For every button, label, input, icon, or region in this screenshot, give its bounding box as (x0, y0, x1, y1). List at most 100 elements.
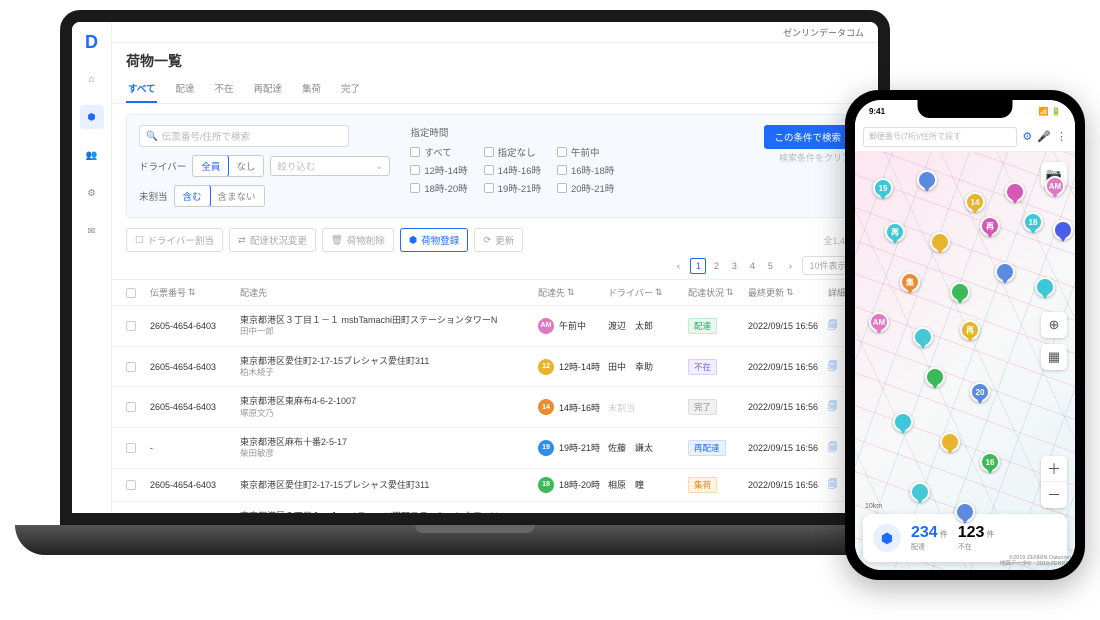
map-pin[interactable] (925, 367, 945, 391)
map-pin[interactable] (995, 262, 1015, 286)
map-pin[interactable] (940, 432, 960, 456)
map-pin[interactable] (910, 482, 930, 506)
pager-prev[interactable]: ‹ (670, 258, 686, 274)
time-option[interactable]: 14時-16時 (484, 163, 541, 177)
row-checkbox[interactable] (126, 402, 136, 412)
slip-number: - (150, 443, 240, 453)
delete-button[interactable]: 🗑 荷物削除 (322, 228, 394, 252)
status: 集荷 (688, 477, 748, 493)
driver-segment[interactable]: 全員 なし (192, 155, 264, 177)
nav-users-icon[interactable]: 👥 (80, 143, 104, 167)
mic-icon[interactable]: 🎤 (1037, 130, 1051, 143)
company-name[interactable]: ゼンリンデータコム (783, 26, 864, 39)
tab-5[interactable]: 完了 (339, 75, 362, 103)
map-pin[interactable]: 集 (900, 272, 920, 296)
unassigned-segment[interactable]: 含む 含まない (174, 185, 265, 207)
search-button[interactable]: この条件で検索 (764, 125, 851, 149)
pager-page[interactable]: 4 (744, 258, 760, 274)
slip-number: 2605-4654-6403 (150, 402, 240, 412)
sidebar: D ⌂ ⬢ 👥 ⚙ ✉ (72, 22, 112, 513)
map-pin[interactable]: 再 (885, 222, 905, 246)
tab-0[interactable]: すべて (126, 75, 157, 103)
time-option[interactable]: 12時-14時 (410, 163, 467, 177)
tab-4[interactable]: 集荷 (300, 75, 323, 103)
table-row: 2605-4654-6403東京都港区愛住町2-17-15プレシャス愛住町311… (112, 469, 878, 502)
destination: 東京都港区麻布十番2-5-17柴田敏彦 (240, 436, 538, 460)
map-pin[interactable] (930, 232, 950, 256)
search-input[interactable]: 🔍 伝票番号/住所で検索 (139, 125, 349, 147)
zoom-out-button[interactable]: － (1041, 482, 1067, 508)
pager-next[interactable]: › (782, 258, 798, 274)
updated-at: 2022/09/15 16:56 (748, 480, 828, 490)
col-status: 配達状況 ⇅ (688, 286, 748, 299)
pager-page[interactable]: 3 (726, 258, 742, 274)
map-pin[interactable]: AM (1045, 176, 1065, 200)
map-pin[interactable] (893, 412, 913, 436)
tab-3[interactable]: 再配達 (252, 75, 285, 103)
pager-page[interactable]: 5 (762, 258, 778, 274)
map-pin[interactable]: 再 (960, 320, 980, 344)
map-pin[interactable] (1053, 220, 1073, 244)
time-slot: 1414時-16時 (538, 399, 608, 415)
laptop-base (15, 525, 935, 555)
driver-name: 未割当 (608, 401, 688, 414)
clear-filters-link[interactable]: 検索条件をクリア (779, 151, 851, 164)
refresh-button[interactable]: ⟳ 更新 (474, 228, 523, 252)
time-option[interactable]: すべて (410, 145, 467, 159)
register-button[interactable]: ⬢ 荷物登録 (400, 228, 468, 252)
map-pin[interactable] (913, 327, 933, 351)
layers-icon[interactable]: ▦ (1041, 344, 1067, 370)
search-placeholder: 伝票番号/住所で検索 (162, 129, 250, 143)
map-pin[interactable] (950, 282, 970, 306)
time-option[interactable]: 18時-20時 (410, 181, 467, 195)
map-pin[interactable] (917, 170, 937, 194)
col-updated: 最終更新 ⇅ (748, 286, 828, 299)
map-pin[interactable]: 16 (980, 452, 1000, 476)
row-checkbox[interactable] (126, 362, 136, 372)
map-pin[interactable]: 14 (965, 192, 985, 216)
assign-driver-button[interactable]: ☐ ドライバー割当 (126, 228, 223, 252)
row-checkbox[interactable] (126, 321, 136, 331)
time-option[interactable]: 20時-21時 (557, 181, 614, 195)
time-option[interactable]: 午前中 (557, 145, 614, 159)
pager-page[interactable]: 2 (708, 258, 724, 274)
time-option[interactable]: 19時-21時 (484, 181, 541, 195)
map-pin[interactable] (955, 502, 975, 526)
search-icon: 🔍 (146, 131, 158, 142)
slip-number: 2605-4654-6403 (150, 480, 240, 490)
filter-icon[interactable]: ⚙ (1022, 130, 1032, 143)
change-status-button[interactable]: ⇄ 配達状況変更 (229, 228, 316, 252)
map-pin[interactable]: 19 (873, 178, 893, 202)
slip-number: 2605-4654-6403 (150, 321, 240, 331)
table-row: -東京都港区麻布十番2-5-17柴田敏彦1919時-21時佐藤 謙太再配達202… (112, 428, 878, 469)
col-driver: ドライバー ⇅ (608, 286, 688, 299)
time-option[interactable]: 16時-18時 (557, 163, 614, 177)
narrow-dropdown[interactable]: 絞り込む⌄ (270, 156, 390, 176)
nav-mail-icon[interactable]: ✉ (80, 219, 104, 243)
pager-page[interactable]: 1 (690, 258, 706, 274)
map-pin[interactable]: AM (869, 312, 889, 336)
nav-package-icon[interactable]: ⬢ (80, 105, 104, 129)
map-pin[interactable]: 20 (970, 382, 990, 406)
select-all-checkbox[interactable] (126, 288, 136, 298)
map-pin[interactable]: 18 (1023, 212, 1043, 236)
zoom-in-button[interactable]: ＋ (1041, 456, 1067, 482)
row-checkbox[interactable] (126, 443, 136, 453)
nav-settings-icon[interactable]: ⚙ (80, 181, 104, 205)
col-destination: 配達先 (240, 286, 538, 299)
nav-home-icon[interactable]: ⌂ (80, 67, 104, 91)
col-time: 配達先 ⇅ (538, 286, 608, 299)
phone-search-input[interactable]: 郵便番号(7桁)/住所で探す (863, 127, 1017, 147)
map-pin[interactable] (1005, 182, 1025, 206)
map-view[interactable]: 📷 ⊕ ▦ ＋ － 10km ⬢ 234件 配達 123件 不在 (855, 152, 1075, 570)
time-option[interactable]: 指定なし (484, 145, 541, 159)
tab-1[interactable]: 配達 (173, 75, 196, 103)
menu-icon[interactable]: ⋮ (1056, 130, 1067, 143)
row-checkbox[interactable] (126, 480, 136, 490)
tab-2[interactable]: 不在 (212, 75, 235, 103)
map-pin[interactable]: 再 (980, 216, 1000, 240)
phone-search-row: 郵便番号(7桁)/住所で探す ⚙ 🎤 ⋮ (855, 122, 1075, 152)
map-pin[interactable] (1035, 277, 1055, 301)
locate-icon[interactable]: ⊕ (1041, 312, 1067, 338)
filter-panel: 🔍 伝票番号/住所で検索 ドライバー 全員 なし 絞り込む⌄ (126, 114, 864, 218)
